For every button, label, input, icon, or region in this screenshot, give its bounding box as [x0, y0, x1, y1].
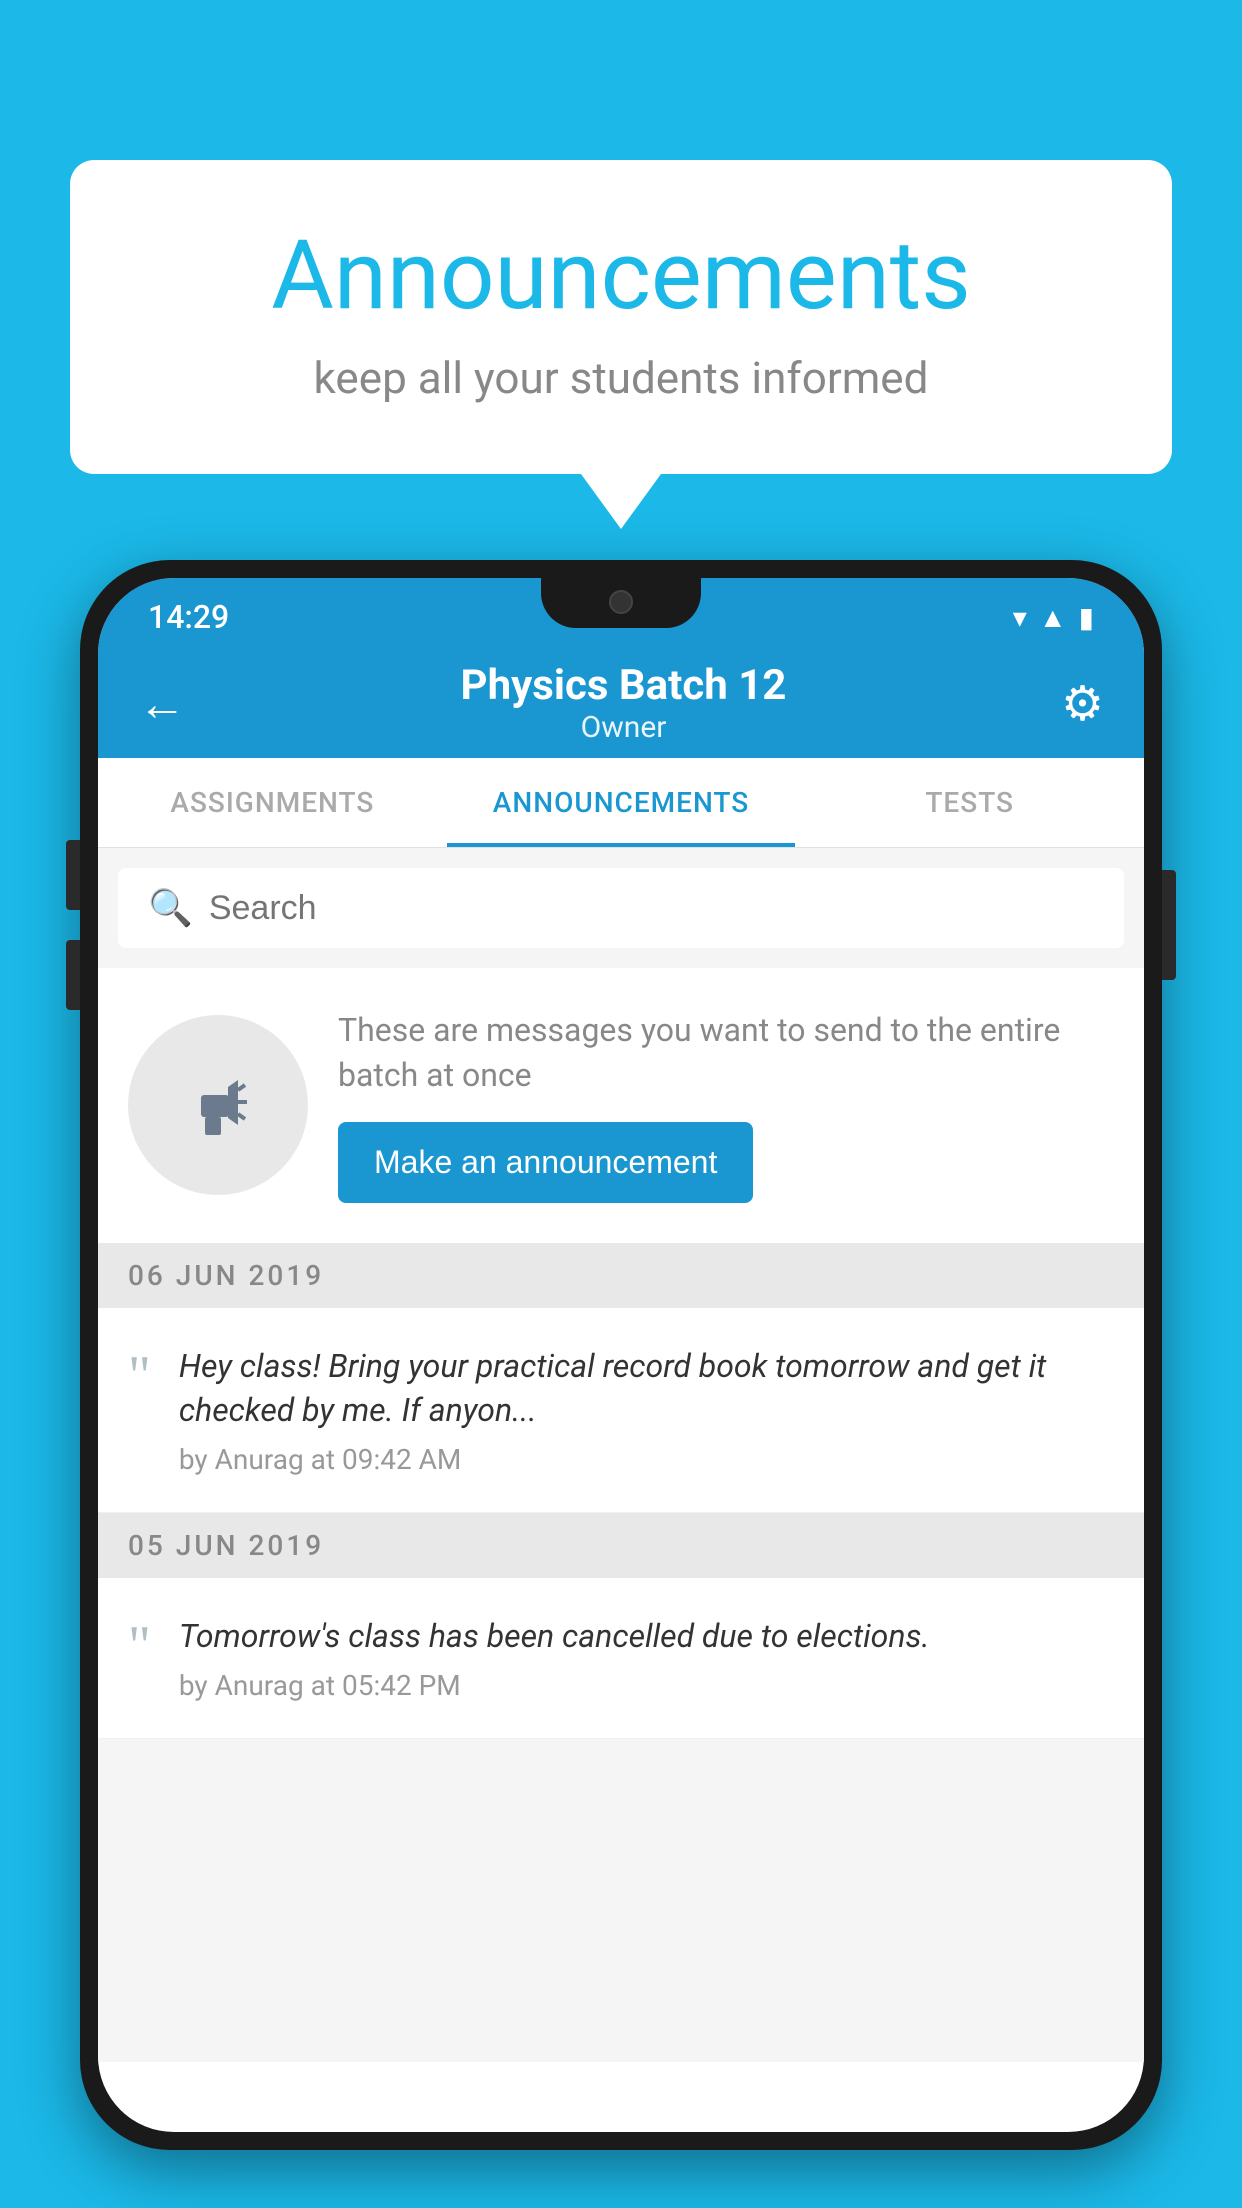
quote-icon-1: " — [128, 1348, 151, 1404]
bubble-subtitle: keep all your students informed — [150, 352, 1092, 404]
announcement-text-2: Tomorrow's class has been cancelled due … — [179, 1614, 1114, 1659]
search-input[interactable] — [209, 889, 1094, 928]
announcement-meta-1: by Anurag at 09:42 AM — [179, 1443, 1114, 1476]
app-bar-center: Physics Batch 12 Owner — [461, 661, 787, 745]
search-icon: 🔍 — [148, 887, 193, 929]
content-area: 🔍 — [98, 848, 1144, 2062]
wifi-icon: ▾ — [1013, 601, 1027, 634]
phone-screen: 14:29 ▾ ▲ ▮ ← Physics Batch 12 Owner ⚙ — [98, 578, 1144, 2132]
status-icons: ▾ ▲ ▮ — [1013, 601, 1094, 634]
tab-announcements[interactable]: ANNOUNCEMENTS — [447, 758, 796, 847]
volume-down-button — [66, 940, 80, 1010]
announcement-content-2: Tomorrow's class has been cancelled due … — [179, 1614, 1114, 1702]
app-bar-subtitle: Owner — [461, 710, 787, 745]
promo-card: These are messages you want to send to t… — [98, 968, 1144, 1243]
power-button — [1162, 870, 1176, 980]
announcement-item-1[interactable]: " Hey class! Bring your practical record… — [98, 1308, 1144, 1514]
phone-notch — [541, 578, 701, 628]
megaphone-icon — [173, 1060, 263, 1150]
battery-icon: ▮ — [1079, 601, 1094, 634]
front-camera — [609, 590, 633, 614]
back-button[interactable]: ← — [138, 675, 186, 732]
tabs-bar: ASSIGNMENTS ANNOUNCEMENTS TESTS — [98, 758, 1144, 848]
promo-description: These are messages you want to send to t… — [338, 1008, 1114, 1098]
signal-icon: ▲ — [1039, 601, 1067, 634]
announcement-item-2[interactable]: " Tomorrow's class has been cancelled du… — [98, 1578, 1144, 1739]
announcement-meta-2: by Anurag at 05:42 PM — [179, 1669, 1114, 1702]
bubble-title: Announcements — [150, 220, 1092, 332]
search-bar[interactable]: 🔍 — [118, 868, 1124, 948]
settings-icon[interactable]: ⚙ — [1061, 675, 1104, 732]
tab-tests[interactable]: TESTS — [795, 758, 1144, 847]
volume-up-button — [66, 840, 80, 910]
date-divider-2: 05 JUN 2019 — [98, 1513, 1144, 1578]
announcement-text-1: Hey class! Bring your practical record b… — [179, 1344, 1114, 1434]
announcement-content-1: Hey class! Bring your practical record b… — [179, 1344, 1114, 1477]
speech-bubble-arrow — [581, 474, 661, 529]
status-time: 14:29 — [148, 598, 229, 636]
promo-right: These are messages you want to send to t… — [338, 1008, 1114, 1203]
date-divider-1: 06 JUN 2019 — [98, 1243, 1144, 1308]
make-announcement-button[interactable]: Make an announcement — [338, 1122, 753, 1203]
phone-device: 14:29 ▾ ▲ ▮ ← Physics Batch 12 Owner ⚙ — [80, 560, 1162, 2208]
tab-assignments[interactable]: ASSIGNMENTS — [98, 758, 447, 847]
quote-icon-2: " — [128, 1618, 151, 1674]
speech-bubble: Announcements keep all your students inf… — [70, 160, 1172, 474]
promo-icon-circle — [128, 1015, 308, 1195]
app-bar: ← Physics Batch 12 Owner ⚙ — [98, 648, 1144, 758]
speech-bubble-section: Announcements keep all your students inf… — [70, 160, 1172, 529]
app-bar-title: Physics Batch 12 — [461, 661, 787, 710]
phone-outer-frame: 14:29 ▾ ▲ ▮ ← Physics Batch 12 Owner ⚙ — [80, 560, 1162, 2150]
